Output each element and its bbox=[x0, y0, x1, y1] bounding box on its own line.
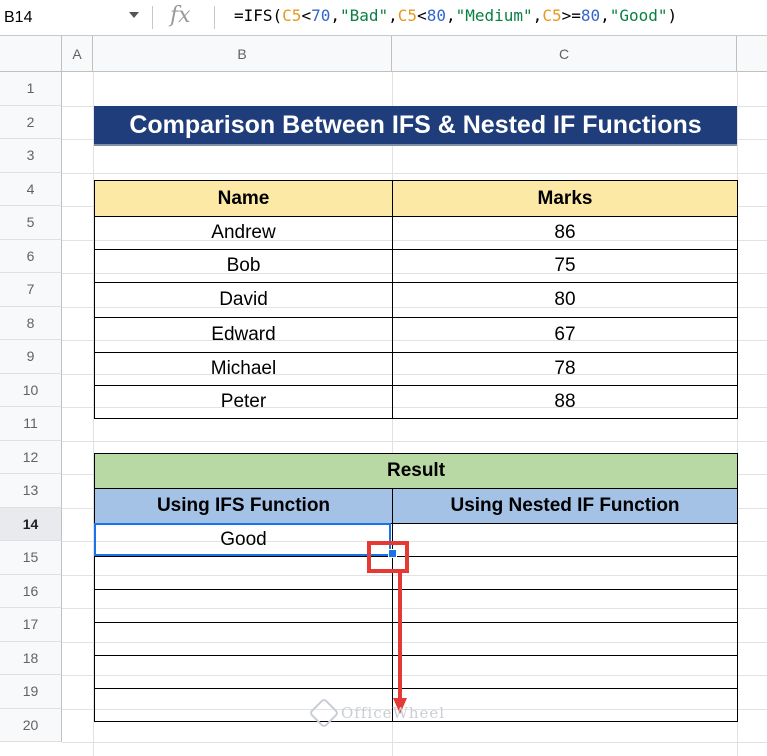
marks-table: Name Marks Andrew 86 Bob 75 David 80 Edward… bbox=[94, 180, 738, 419]
row-header-17[interactable]: 17 bbox=[0, 608, 62, 642]
cell-nested-if-result[interactable] bbox=[391, 523, 739, 557]
row-header-8[interactable]: 8 bbox=[0, 306, 62, 340]
officewheel-logo-icon bbox=[308, 697, 340, 729]
row-header-5[interactable]: 5 bbox=[0, 206, 62, 240]
row-header-19[interactable]: 19 bbox=[0, 675, 62, 709]
cell-marks[interactable]: 75 bbox=[392, 249, 738, 283]
result-title[interactable]: Result bbox=[93, 453, 739, 489]
cell-nested-if-result[interactable] bbox=[391, 589, 739, 623]
row-header-4[interactable]: 4 bbox=[0, 172, 62, 206]
cell-marks[interactable]: 67 bbox=[392, 317, 738, 353]
cell-ifs-result[interactable] bbox=[94, 622, 393, 656]
row-header-12[interactable]: 12 bbox=[0, 440, 62, 474]
formula-token: C5 bbox=[542, 6, 562, 25]
caret-down-icon[interactable] bbox=[129, 12, 139, 18]
row-header-3[interactable]: 3 bbox=[0, 139, 62, 173]
cell-name[interactable]: Michael bbox=[94, 352, 393, 386]
column-header-a[interactable]: A bbox=[62, 36, 93, 72]
watermark: OfficeWheel bbox=[308, 697, 446, 729]
formula-token: , bbox=[330, 6, 340, 25]
fx-icon: fx bbox=[170, 3, 191, 28]
fill-handle[interactable] bbox=[388, 549, 397, 558]
cell-name[interactable]: David bbox=[94, 282, 393, 318]
gridline bbox=[62, 440, 767, 442]
name-box[interactable]: B14 bbox=[0, 0, 148, 35]
formula-token: "Bad" bbox=[339, 6, 389, 25]
cell-marks[interactable]: 86 bbox=[392, 216, 738, 250]
row-header-2[interactable]: 2 bbox=[0, 105, 62, 139]
formula-bar: B14 fx =IFS(C5<70,"Bad",C5<80,"Medium",C… bbox=[0, 0, 767, 36]
cell-nested-if-result[interactable] bbox=[391, 622, 739, 656]
gridline bbox=[62, 172, 767, 174]
page-title: Comparison Between IFS & Nested IF Funct… bbox=[94, 106, 737, 146]
formula-token: < bbox=[301, 6, 312, 25]
row-header-10[interactable]: 10 bbox=[0, 373, 62, 407]
cell-marks[interactable]: 88 bbox=[392, 385, 738, 419]
formula-token: , bbox=[445, 6, 456, 25]
row-header-13[interactable]: 13 bbox=[0, 474, 62, 508]
formula-token: C5 bbox=[397, 6, 418, 25]
row-header-1[interactable]: 1 bbox=[0, 72, 62, 106]
select-all-corner[interactable] bbox=[0, 36, 62, 72]
formula-token: C5 bbox=[282, 6, 302, 25]
formula-token: < bbox=[417, 6, 427, 25]
header-ifs[interactable]: Using IFS Function bbox=[94, 488, 393, 524]
result-table: Result Using IFS Function Using Nested I… bbox=[93, 453, 739, 722]
row-header-16[interactable]: 16 bbox=[0, 574, 62, 608]
formula-token: , bbox=[532, 6, 543, 25]
cell-ifs-result[interactable] bbox=[94, 655, 393, 689]
header-marks[interactable]: Marks bbox=[392, 180, 738, 217]
formula-input[interactable]: =IFS(C5<70,"Bad",C5<80,"Medium",C5>=80,"… bbox=[234, 6, 677, 25]
row-header-6[interactable]: 6 bbox=[0, 239, 62, 273]
cell-ifs-result[interactable] bbox=[94, 589, 393, 623]
cell-marks[interactable]: 80 bbox=[392, 282, 738, 318]
row-header-15[interactable]: 15 bbox=[0, 541, 62, 575]
separator bbox=[214, 6, 215, 29]
header-name[interactable]: Name bbox=[94, 180, 393, 217]
name-box-value: B14 bbox=[4, 8, 33, 26]
formula-token: ) bbox=[667, 6, 678, 25]
formula-token: 80 bbox=[580, 6, 601, 25]
row-header-7[interactable]: 7 bbox=[0, 273, 62, 307]
active-cell-selection[interactable] bbox=[94, 523, 391, 556]
formula-token: =IFS( bbox=[234, 6, 283, 25]
header-nested-if[interactable]: Using Nested IF Function bbox=[391, 488, 739, 524]
row-header-11[interactable]: 11 bbox=[0, 407, 62, 441]
separator bbox=[152, 6, 153, 29]
cell-nested-if-result[interactable] bbox=[391, 655, 739, 689]
cell-nested-if-result[interactable] bbox=[391, 556, 739, 590]
formula-token: , bbox=[388, 6, 398, 25]
cell-marks[interactable]: 78 bbox=[392, 352, 738, 386]
formula-token: "Good" bbox=[609, 6, 668, 25]
formula-token: 70 bbox=[311, 6, 331, 25]
column-header-c[interactable]: C bbox=[392, 36, 737, 72]
formula-token: >= bbox=[561, 6, 581, 25]
cell-name[interactable]: Edward bbox=[94, 317, 393, 353]
row-header-14[interactable]: 14 bbox=[0, 507, 62, 541]
formula-token: "Medium" bbox=[455, 6, 533, 25]
formula-token: 80 bbox=[426, 6, 446, 25]
drag-arrow-line bbox=[398, 573, 402, 701]
cell-ifs-result[interactable] bbox=[94, 556, 393, 590]
formula-token: , bbox=[600, 6, 610, 25]
row-header-9[interactable]: 9 bbox=[0, 340, 62, 374]
cell-name[interactable]: Andrew bbox=[94, 216, 393, 250]
watermark-text: OfficeWheel bbox=[341, 704, 446, 722]
cell-name[interactable]: Bob bbox=[94, 249, 393, 283]
gridline bbox=[62, 742, 767, 743]
column-header-d[interactable] bbox=[737, 36, 767, 72]
row-header-20[interactable]: 20 bbox=[0, 708, 62, 742]
cell-name[interactable]: Peter bbox=[94, 385, 393, 419]
column-header-b[interactable]: B bbox=[93, 36, 392, 72]
row-header-18[interactable]: 18 bbox=[0, 641, 62, 675]
